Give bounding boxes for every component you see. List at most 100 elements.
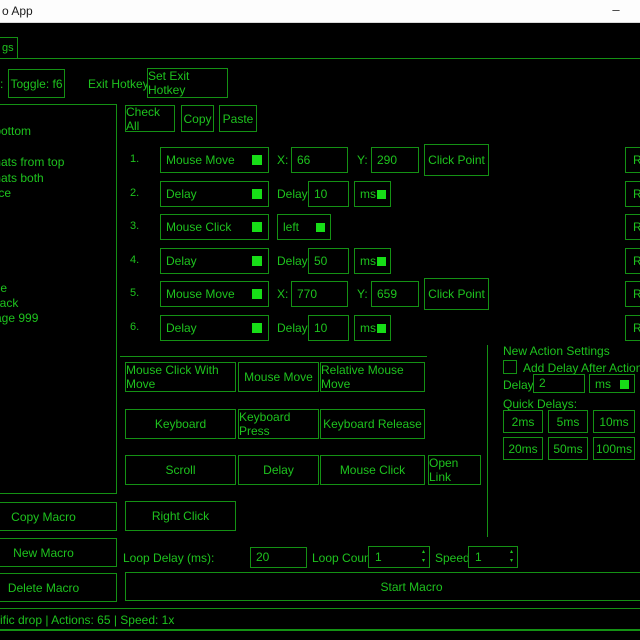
- action-type-dropdown[interactable]: Mouse Move: [160, 147, 269, 173]
- click-point-button[interactable]: Click Point: [424, 278, 489, 310]
- toggle-hotkey-button[interactable]: Toggle: f6: [8, 69, 65, 98]
- action-type-dropdown[interactable]: Mouse Move: [160, 281, 269, 307]
- palette-label: Mouse Click: [340, 463, 405, 477]
- dropdown-indicator-icon: [252, 289, 262, 299]
- tab-settings[interactable]: gs: [0, 37, 18, 59]
- speed-stepper[interactable]: 1 ▴▾: [468, 546, 518, 568]
- quick-delay-10ms-button[interactable]: 10ms: [593, 410, 635, 433]
- add-open-link-button[interactable]: Open Link: [428, 455, 481, 485]
- start-macro-label: Start Macro: [380, 580, 442, 594]
- action-type-value: Mouse Move: [166, 287, 235, 301]
- macro-list-item[interactable]: g mats both: [0, 171, 44, 186]
- quick-delay-50ms-button[interactable]: 50ms: [548, 437, 588, 460]
- quick-delay-20ms-button[interactable]: 20ms: [503, 437, 543, 460]
- macro-list[interactable]: e m bottom st g mats from top g mats bot…: [0, 104, 117, 494]
- delay-input[interactable]: 10: [308, 181, 349, 207]
- delay-unit-dropdown[interactable]: ms: [354, 315, 391, 341]
- toggle-hotkey-label: :: [0, 77, 3, 91]
- action-index: 6.: [130, 321, 139, 333]
- settings-delay-input[interactable]: 2: [533, 374, 585, 393]
- dropdown-indicator-icon: [252, 189, 262, 199]
- macro-list-item[interactable]: rance: [0, 186, 11, 201]
- delay-input[interactable]: 10: [308, 315, 349, 341]
- check-all-button[interactable]: Check All: [125, 105, 175, 132]
- quick-delay-label: 2ms: [512, 415, 535, 429]
- copy-button[interactable]: Copy: [181, 105, 214, 132]
- mouse-button-dropdown[interactable]: left: [277, 214, 331, 240]
- y-input[interactable]: 290: [371, 147, 419, 173]
- remove-action-button[interactable]: R: [625, 214, 640, 240]
- palette-label: Keyboard Release: [323, 417, 422, 431]
- stepper-arrows-icon[interactable]: ▴▾: [422, 548, 425, 566]
- delete-macro-button[interactable]: Delete Macro: [0, 573, 117, 602]
- dropdown-indicator-icon: [252, 155, 262, 165]
- start-macro-button[interactable]: Start Macro: [125, 572, 640, 601]
- palette-label: Scroll: [165, 463, 195, 477]
- add-keyboard-button[interactable]: Keyboard: [125, 409, 236, 439]
- copy-macro-button[interactable]: Copy Macro: [0, 502, 117, 531]
- new-macro-button[interactable]: New Macro: [0, 538, 117, 567]
- settings-divider: [487, 345, 488, 537]
- delay-unit-value: ms: [360, 187, 376, 201]
- quick-delays-label: Quick Delays:: [503, 397, 577, 411]
- action-type-dropdown[interactable]: Mouse Click: [160, 214, 269, 240]
- action-type-value: Delay: [166, 254, 197, 268]
- stepper-arrows-icon[interactable]: ▴▾: [510, 548, 513, 566]
- add-delay-button[interactable]: Delay: [238, 455, 319, 485]
- loop-delay-input[interactable]: 20: [250, 547, 307, 568]
- macro-list-item[interactable]: ckpack: [0, 296, 18, 311]
- palette-label: Right Click: [152, 509, 209, 523]
- action-type-dropdown[interactable]: Delay: [160, 248, 269, 274]
- add-relative-mouse-move-button[interactable]: Relative Mouse Move: [320, 362, 425, 392]
- set-exit-hotkey-button[interactable]: Set Exit Hotkey: [147, 68, 228, 98]
- remove-action-button[interactable]: R: [625, 281, 640, 307]
- add-keyboard-release-button[interactable]: Keyboard Release: [320, 409, 425, 439]
- add-mouse-click-button[interactable]: Mouse Click: [320, 455, 425, 485]
- macro-list-item[interactable]: g mats from top: [0, 155, 64, 170]
- delay-unit-dropdown[interactable]: ms: [354, 248, 391, 274]
- click-point-button[interactable]: Click Point: [424, 144, 489, 176]
- macro-list-item[interactable]: m bottom: [0, 124, 31, 139]
- action-type-dropdown[interactable]: Delay: [160, 315, 269, 341]
- remove-action-button[interactable]: R: [625, 248, 640, 274]
- x-label: X:: [277, 153, 288, 167]
- paste-button[interactable]: Paste: [219, 105, 257, 132]
- tab-strip-divider: [0, 58, 640, 59]
- remove-action-button[interactable]: R: [625, 315, 640, 341]
- add-keyboard-press-button[interactable]: Keyboard Press: [238, 409, 319, 439]
- quick-delay-label: 20ms: [508, 442, 537, 456]
- add-mouse-move-button[interactable]: Mouse Move: [238, 362, 319, 392]
- quick-delay-2ms-button[interactable]: 2ms: [503, 410, 543, 433]
- new-action-settings-title: New Action Settings: [503, 344, 610, 358]
- quick-delay-100ms-button[interactable]: 100ms: [593, 437, 635, 460]
- macro-list-item[interactable]: ance: [0, 281, 7, 296]
- loop-count-value: 1: [375, 550, 382, 564]
- quick-delay-5ms-button[interactable]: 5ms: [548, 410, 588, 433]
- minimize-button[interactable]: –: [604, 2, 628, 17]
- remove-action-label: R: [633, 153, 640, 167]
- dropdown-indicator-icon: [377, 257, 386, 266]
- action-list-divider: [120, 356, 427, 357]
- dropdown-indicator-icon: [252, 222, 262, 232]
- settings-delay-unit-dropdown[interactable]: ms: [589, 374, 635, 393]
- add-scroll-button[interactable]: Scroll: [125, 455, 236, 485]
- check-all-label: Check All: [126, 105, 174, 133]
- title-bar: o App –: [0, 0, 640, 23]
- x-input[interactable]: 770: [291, 281, 348, 307]
- settings-delay-unit-value: ms: [595, 377, 611, 391]
- remove-action-label: R: [633, 187, 640, 201]
- add-mouse-click-with-move-button[interactable]: Mouse Click With Move: [125, 362, 236, 392]
- y-input[interactable]: 659: [371, 281, 419, 307]
- dropdown-indicator-icon: [252, 323, 262, 333]
- loop-count-stepper[interactable]: 1 ▴▾: [368, 546, 430, 568]
- x-input[interactable]: 66: [291, 147, 348, 173]
- add-delay-after-action-checkbox[interactable]: [503, 360, 517, 374]
- remove-action-button[interactable]: R: [625, 181, 640, 207]
- add-right-click-button[interactable]: Right Click: [125, 501, 236, 531]
- action-type-dropdown[interactable]: Delay: [160, 181, 269, 207]
- macro-list-item[interactable]: torage 999: [0, 311, 38, 326]
- y-label: Y:: [357, 153, 368, 167]
- remove-action-button[interactable]: R: [625, 147, 640, 173]
- delay-unit-dropdown[interactable]: ms: [354, 181, 391, 207]
- delay-input[interactable]: 50: [308, 248, 349, 274]
